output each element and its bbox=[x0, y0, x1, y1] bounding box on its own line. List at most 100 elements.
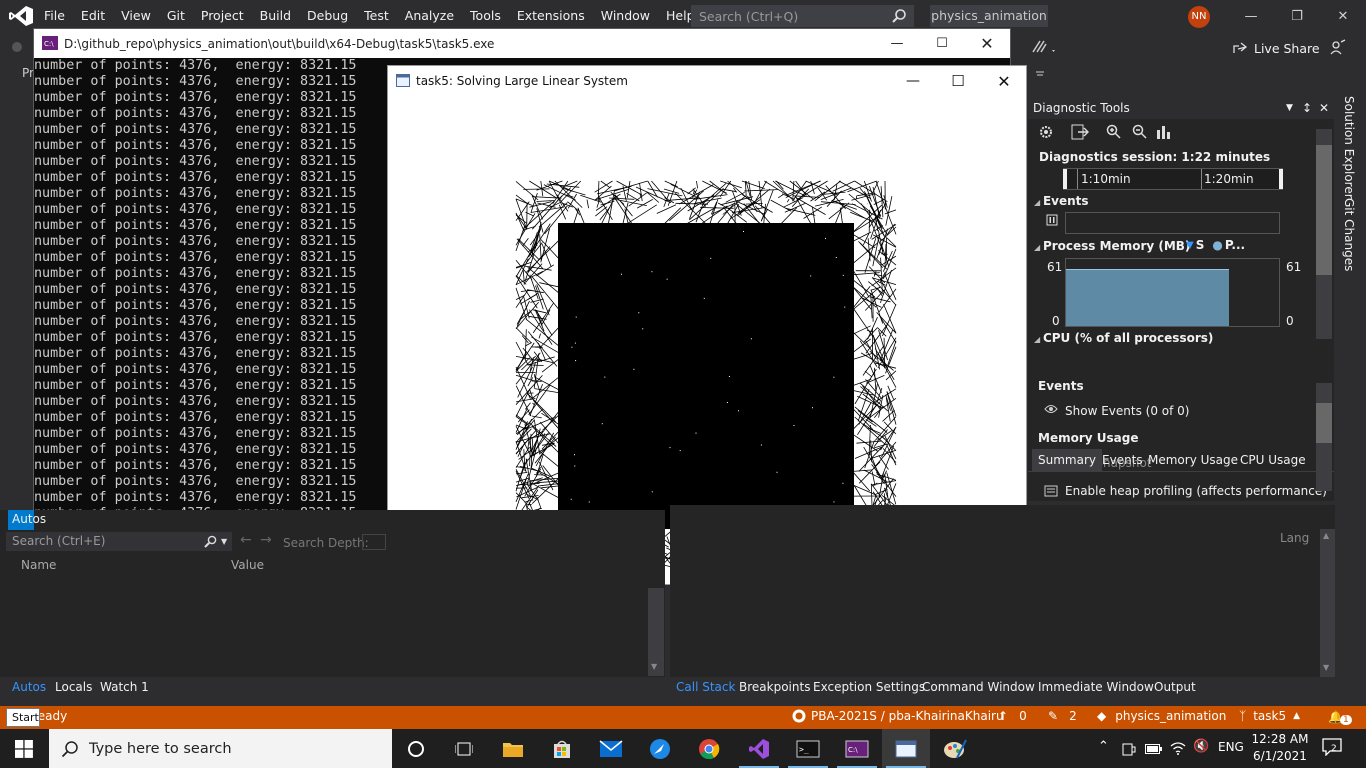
terminal-taskbar-icon[interactable]: >_ bbox=[784, 729, 832, 768]
tray-device-icon[interactable] bbox=[1122, 741, 1136, 757]
callstack-scrollbar[interactable]: ▲ ▼ bbox=[1320, 529, 1335, 677]
bottom-tab-watch-1[interactable]: Watch 1 bbox=[100, 680, 149, 694]
tray-overflow-icon[interactable]: ⌃ bbox=[1098, 739, 1109, 754]
callstack-scroll-down-icon[interactable]: ▼ bbox=[1323, 663, 1329, 672]
autos-search-input[interactable]: Search (Ctrl+E) ▼ bbox=[6, 532, 232, 551]
live-share-button[interactable]: Live Share bbox=[1232, 39, 1320, 57]
task5-titlebar[interactable]: task5: Solving Large Linear System — ☐ ✕ bbox=[388, 66, 1026, 96]
console-output[interactable]: number of points: 4376, energy: 8321.15 n… bbox=[34, 58, 394, 538]
timeline-left-handle[interactable] bbox=[1063, 169, 1067, 189]
diag-pin-icon[interactable]: ↕ bbox=[1302, 97, 1312, 119]
visual-studio-logo-icon[interactable] bbox=[8, 5, 34, 27]
task5-maximize-button[interactable]: ☐ bbox=[935, 66, 981, 96]
status-repo[interactable]: PBA-2021S / pba-KhairinaKhairu bbox=[792, 709, 1004, 723]
action-center-button[interactable]: 2 bbox=[1322, 738, 1344, 760]
git-changes-tab[interactable]: Git Changes bbox=[1342, 198, 1356, 271]
bottom-tab-exception-settings[interactable]: Exception Settings bbox=[813, 680, 925, 694]
vs-minimize-button[interactable]: — bbox=[1228, 0, 1274, 32]
bottom-tab-breakpoints[interactable]: Breakpoints bbox=[739, 680, 810, 694]
toolbar-extra-icon[interactable] bbox=[1030, 38, 1058, 56]
battery-icon[interactable] bbox=[1145, 743, 1163, 755]
avatar[interactable]: NN bbox=[1188, 6, 1210, 28]
process-memory-header[interactable]: Process Memory (MB) bbox=[1034, 239, 1190, 253]
heap-profiling-toggle[interactable]: Enable heap profiling (affects performan… bbox=[1065, 484, 1327, 498]
timeline-right-handle[interactable] bbox=[1279, 169, 1283, 189]
bottom-tab-command-window[interactable]: Command Window bbox=[922, 680, 1035, 694]
show-events-link[interactable]: Show Events (0 of 0) bbox=[1065, 404, 1189, 418]
diag-dropdown-icon[interactable]: ▼ bbox=[1286, 97, 1293, 119]
wifi-icon[interactable] bbox=[1170, 741, 1186, 755]
diag-lower-scrollbar[interactable] bbox=[1316, 383, 1332, 491]
tray-clock[interactable]: 12:28 AM 6/1/2021 bbox=[1248, 731, 1312, 765]
search-back-icon[interactable]: ← bbox=[240, 532, 252, 548]
cpu-section-header[interactable]: CPU (% of all processors) bbox=[1034, 331, 1213, 345]
mail-icon[interactable] bbox=[587, 729, 635, 768]
task5-minimize-button[interactable]: — bbox=[890, 66, 936, 96]
autos-panel-tab[interactable]: Autos bbox=[8, 510, 46, 530]
search-forward-icon[interactable]: → bbox=[260, 532, 272, 548]
status-project[interactable]: ◆ physics_animation bbox=[1097, 709, 1226, 723]
console-titlebar[interactable]: C:\ D:\github_repo\physics_animation\out… bbox=[34, 29, 1010, 58]
file-explorer-icon[interactable] bbox=[489, 729, 537, 768]
timeline-ruler[interactable]: 1:10min 1:20min bbox=[1063, 168, 1283, 190]
settings-gear-icon[interactable] bbox=[1038, 124, 1054, 140]
autos-search-dropdown-icon[interactable]: ▼ bbox=[221, 532, 227, 551]
overflow-dropdown-icon[interactable] bbox=[1036, 70, 1044, 78]
paint-app-icon[interactable] bbox=[931, 729, 979, 768]
events-track[interactable] bbox=[1065, 212, 1280, 234]
vs-search-box[interactable]: Search (Ctrl+Q) bbox=[691, 5, 914, 27]
solution-name[interactable]: physics_animation bbox=[930, 5, 1048, 27]
zoom-in-icon[interactable] bbox=[1105, 124, 1121, 140]
task5-close-button[interactable]: ✕ bbox=[981, 66, 1027, 96]
visual-studio-taskbar-icon[interactable] bbox=[735, 729, 783, 768]
callstack-scroll-up-icon[interactable]: ▲ bbox=[1323, 531, 1329, 540]
console-maximize-button[interactable]: ☐ bbox=[919, 29, 965, 58]
feedback-icon[interactable] bbox=[1329, 39, 1347, 55]
status-push[interactable]: ↑ 0 bbox=[998, 709, 1027, 723]
autos-scroll-down-icon[interactable]: ▼ bbox=[651, 662, 657, 671]
autos-col-name[interactable]: Name bbox=[21, 558, 56, 572]
diag-tab-summary[interactable]: Summary bbox=[1032, 449, 1102, 471]
status-branch[interactable]: ᛉ task5 ▲ bbox=[1239, 709, 1300, 723]
volume-muted-icon[interactable]: 🔇 bbox=[1193, 739, 1209, 754]
process-memory-graph[interactable] bbox=[1065, 258, 1280, 327]
status-changes[interactable]: ✎ 2 bbox=[1048, 709, 1077, 723]
tray-language[interactable]: ENG bbox=[1218, 740, 1244, 754]
task-view-icon[interactable] bbox=[440, 729, 488, 768]
diag-lower-scroll-thumb[interactable] bbox=[1316, 403, 1332, 443]
bottom-tab-autos[interactable]: Autos bbox=[12, 680, 46, 694]
autos-scrollbar[interactable]: ▼ bbox=[648, 588, 664, 676]
taskbar-search-box[interactable]: Type here to search bbox=[49, 729, 392, 768]
autos-col-value[interactable]: Value bbox=[231, 558, 264, 572]
diag-tab-cpu-usage[interactable]: CPU Usage bbox=[1234, 449, 1312, 471]
diag-upper-scrollbar[interactable] bbox=[1316, 129, 1332, 339]
bottom-tab-call-stack[interactable]: Call Stack bbox=[676, 680, 735, 694]
vs-maximize-button[interactable]: ❐ bbox=[1274, 0, 1320, 32]
app-compass-icon[interactable] bbox=[636, 729, 684, 768]
diag-tab-events[interactable]: Events bbox=[1096, 449, 1149, 471]
task5-taskbar-icon[interactable] bbox=[882, 729, 930, 768]
status-notifications[interactable]: 🔔 1 bbox=[1328, 709, 1352, 725]
chart-select-icon[interactable] bbox=[1156, 124, 1172, 140]
console-app-taskbar-icon[interactable]: C:\ bbox=[833, 729, 881, 768]
events-section-header[interactable]: Events bbox=[1034, 194, 1089, 208]
console-close-button[interactable]: ✕ bbox=[964, 29, 1010, 58]
cortana-icon[interactable] bbox=[392, 729, 440, 768]
windows-start-icon[interactable] bbox=[15, 740, 33, 758]
vs-close-button[interactable]: ✕ bbox=[1320, 0, 1366, 32]
search-depth-select[interactable] bbox=[362, 534, 386, 550]
zoom-out-icon[interactable] bbox=[1131, 124, 1147, 140]
diag-tab-memory-usage[interactable]: Memory Usage bbox=[1142, 449, 1244, 471]
bottom-tab-immediate-window[interactable]: Immediate Window bbox=[1038, 680, 1154, 694]
diag-close-icon[interactable]: ✕ bbox=[1319, 97, 1329, 119]
bottom-tab-output[interactable]: Output bbox=[1154, 680, 1196, 694]
store-icon[interactable] bbox=[538, 729, 586, 768]
callstack-col-lang[interactable]: Lang bbox=[1280, 531, 1309, 545]
console-minimize-button[interactable]: — bbox=[874, 29, 920, 58]
solution-explorer-tab[interactable]: Solution Explorer bbox=[1342, 96, 1356, 199]
diag-upper-scroll-thumb[interactable] bbox=[1316, 145, 1332, 275]
chrome-icon[interactable] bbox=[685, 729, 733, 768]
events-pause-icon[interactable] bbox=[1046, 214, 1058, 226]
bottom-tab-locals[interactable]: Locals bbox=[55, 680, 92, 694]
export-icon[interactable] bbox=[1071, 124, 1089, 140]
